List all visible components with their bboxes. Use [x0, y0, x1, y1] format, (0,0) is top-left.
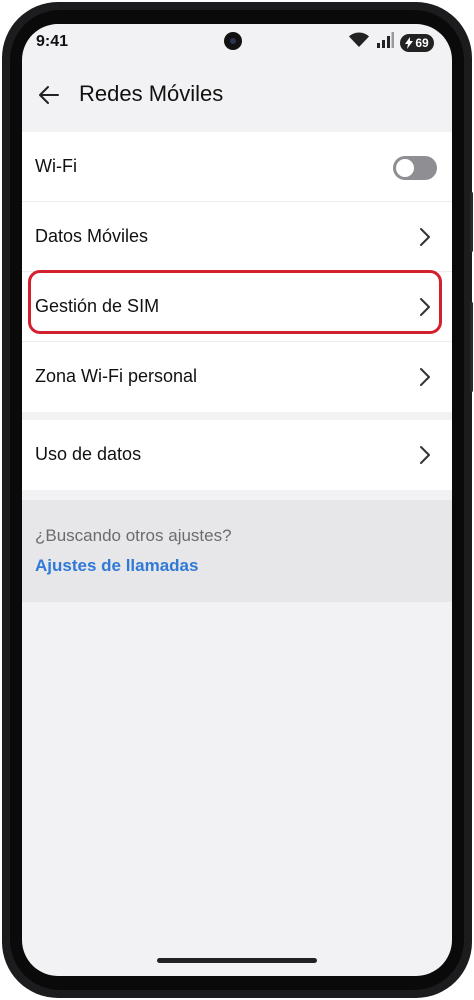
datos-moviles-row[interactable]: Datos Móviles — [22, 202, 452, 272]
datos-moviles-label: Datos Móviles — [35, 226, 149, 246]
ajustes-llamadas-link[interactable]: Ajustes de llamadas — [35, 556, 198, 576]
wifi-row[interactable]: Wi-Fi — [22, 132, 452, 202]
chevron-right-icon — [420, 368, 430, 386]
home-indicator[interactable] — [157, 958, 317, 963]
status-icons: 69 — [348, 32, 434, 53]
power-button — [470, 302, 473, 392]
page-title: Redes Móviles — [79, 81, 224, 106]
data-usage-card: Uso de datos — [22, 420, 452, 490]
toggle-knob — [396, 159, 414, 177]
charging-bolt-icon — [405, 36, 414, 49]
status-bar: 9:41 69 — [22, 24, 452, 64]
uso-datos-row[interactable]: Uso de datos — [22, 420, 452, 490]
signal-icon — [376, 32, 394, 53]
wifi-label: Wi-Fi — [35, 156, 77, 176]
more-settings-question: ¿Buscando otros ajustes? — [35, 526, 232, 545]
zona-wifi-row[interactable]: Zona Wi-Fi personal — [22, 342, 452, 412]
wifi-toggle[interactable] — [393, 156, 437, 180]
chevron-right-icon — [420, 446, 430, 464]
battery-level: 69 — [415, 35, 429, 50]
status-time: 9:41 — [36, 33, 69, 50]
screen: 9:41 69 Redes Móviles Wi-Fi Datos Móvile… — [22, 24, 452, 976]
back-arrow-icon[interactable] — [36, 82, 62, 108]
battery-icon: 69 — [400, 33, 434, 52]
highlight-box — [28, 270, 442, 334]
app-bar: Redes Móviles — [22, 72, 452, 118]
front-camera — [224, 32, 242, 50]
volume-button — [470, 192, 473, 252]
more-settings-section: ¿Buscando otros ajustes? Ajustes de llam… — [22, 500, 452, 602]
wifi-icon — [348, 32, 370, 53]
zona-wifi-label: Zona Wi-Fi personal — [35, 366, 198, 386]
chevron-right-icon — [420, 228, 430, 246]
uso-datos-label: Uso de datos — [35, 444, 142, 464]
